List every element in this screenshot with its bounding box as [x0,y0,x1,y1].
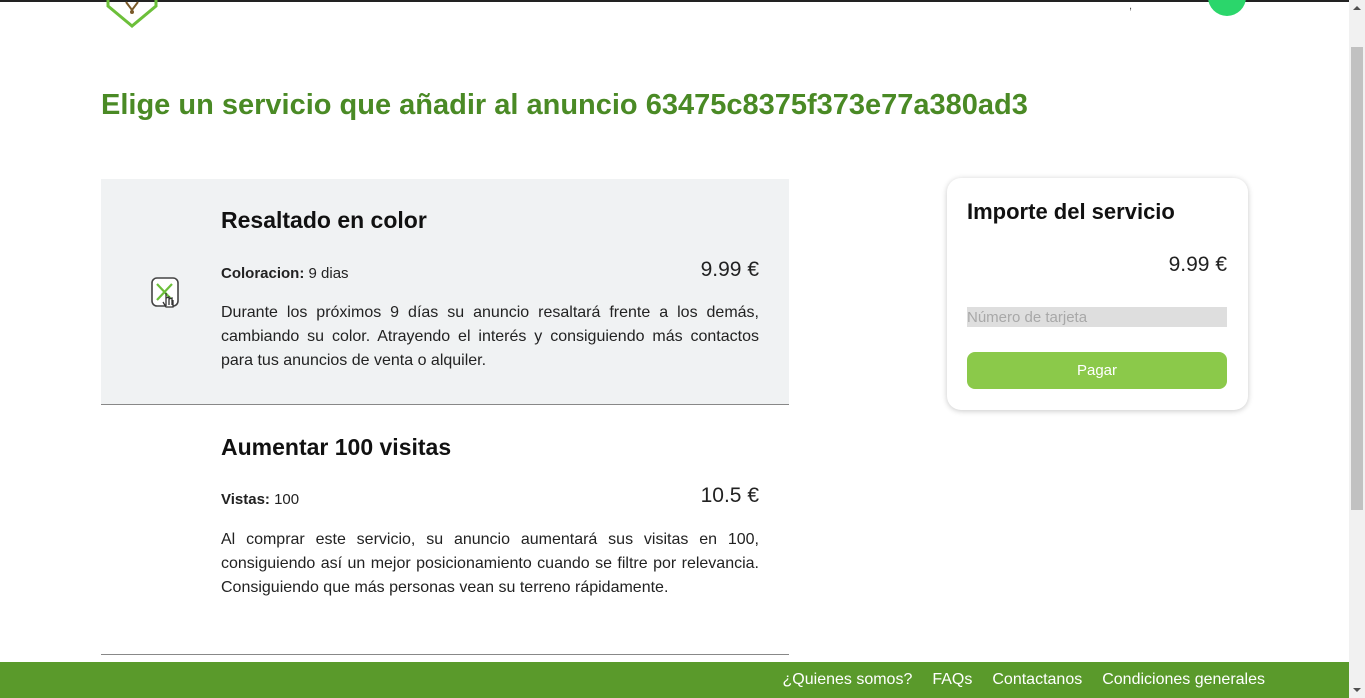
footer: ¿Quienes somos? FAQs Contactanos Condici… [0,662,1349,698]
service-list: Resaltado en color Coloracion: 9 dias 9.… [101,179,789,655]
pay-button[interactable]: Pagar [967,352,1227,389]
footer-nav: ¿Quienes somos? FAQs Contactanos Condici… [783,662,1265,698]
footer-link-terms[interactable]: Condiciones generales [1102,671,1265,689]
site-logo[interactable] [104,0,160,28]
scroll-down-arrow-icon[interactable] [1349,682,1365,698]
color-highlight-icon[interactable] [150,276,182,312]
summary-price: 9.99 € [1168,253,1227,276]
page-title: Elige un servicio que añadir al anuncio … [101,89,1028,121]
page-scrollbar[interactable] [1349,0,1365,698]
service-title: Aumentar 100 visitas [221,434,452,460]
top-border [0,0,1349,2]
service-meta: Coloracion: 9 dias [221,265,349,282]
service-meta-value: 100 [274,491,300,508]
card-number-input[interactable] [967,307,1227,327]
service-meta-label: Coloracion: [221,265,305,282]
service-description: Al comprar este servicio, su anuncio aum… [221,531,759,596]
user-avatar[interactable] [1208,0,1246,16]
service-meta-value: 9 dias [308,265,349,282]
footer-link-faqs[interactable]: FAQs [932,671,972,689]
payment-summary-card: Importe del servicio 9.99 € Pagar [947,178,1248,410]
service-item-color-highlight[interactable]: Resaltado en color Coloracion: 9 dias 9.… [101,179,789,405]
service-description: Durante los próximos 9 días su anuncio r… [221,304,759,369]
service-price: 10.5 € [700,484,759,507]
scroll-up-arrow-icon[interactable] [1349,0,1365,16]
footer-link-about[interactable]: ¿Quienes somos? [783,671,913,689]
footer-link-contact[interactable]: Contactanos [992,671,1082,689]
summary-title: Importe del servicio [967,199,1175,224]
service-price: 9.99 € [700,258,759,281]
service-meta: Vistas: 100 [221,491,299,508]
header-mark: , [1129,0,1133,12]
service-item-visits[interactable]: Aumentar 100 visitas Vistas: 100 10.5 € … [101,405,789,655]
scrollbar-thumb[interactable] [1351,47,1363,510]
service-meta-label: Vistas: [221,491,270,508]
service-title: Resaltado en color [221,207,427,233]
page-viewport: , Elige un servicio que añadir al anunci… [0,0,1365,698]
